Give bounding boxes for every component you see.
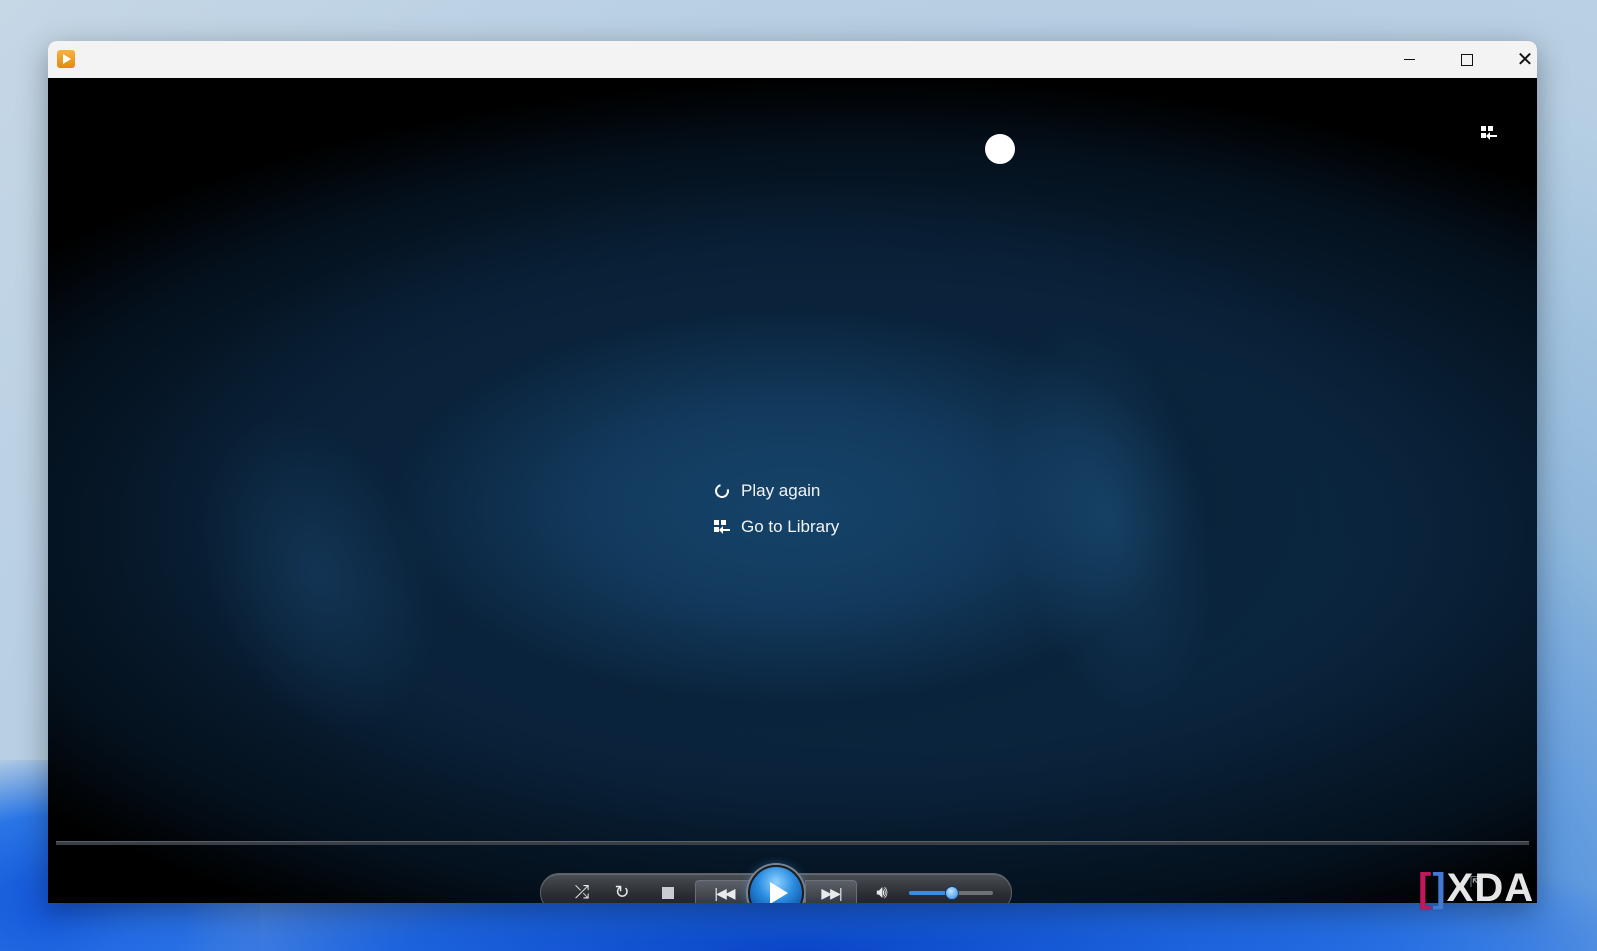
library-icon bbox=[713, 518, 731, 536]
play-button[interactable] bbox=[748, 865, 804, 903]
next-button[interactable]: ▶▶| bbox=[805, 880, 857, 903]
end-of-playback-menu: Play again Go to Library bbox=[712, 473, 839, 545]
shuffle-button[interactable]: ⤮ bbox=[567, 874, 597, 903]
mute-button[interactable]: 🔊︎ bbox=[867, 874, 897, 903]
minimize-button[interactable] bbox=[1380, 41, 1438, 78]
minimize-icon bbox=[1403, 59, 1415, 60]
volume-icon: 🔊︎ bbox=[876, 882, 888, 902]
close-icon: ✕ bbox=[1516, 48, 1534, 71]
mouse-cursor bbox=[985, 134, 1015, 164]
watermark-logo: []XDA bbox=[1418, 866, 1535, 910]
background-glow bbox=[154, 378, 482, 768]
replay-icon bbox=[712, 481, 732, 501]
volume-knob[interactable] bbox=[945, 886, 959, 900]
play-icon bbox=[769, 882, 788, 903]
title-bar[interactable]: ✕ bbox=[48, 41, 1537, 79]
switch-to-library-button[interactable] bbox=[1478, 122, 1500, 144]
go-to-library-link[interactable]: Go to Library bbox=[713, 509, 839, 545]
previous-icon: |◀◀ bbox=[714, 885, 735, 901]
background-glow bbox=[968, 301, 1248, 735]
repeat-button[interactable]: ↻ bbox=[607, 874, 637, 903]
play-again-label: Play again bbox=[741, 481, 821, 500]
previous-button[interactable]: |◀◀ bbox=[695, 880, 753, 903]
go-to-library-label: Go to Library bbox=[741, 517, 840, 536]
stop-button[interactable] bbox=[653, 874, 683, 903]
stop-icon bbox=[662, 886, 674, 899]
maximize-button[interactable] bbox=[1438, 41, 1496, 78]
close-button[interactable]: ✕ bbox=[1496, 41, 1537, 78]
video-area[interactable]: Play again Go to Library ⤮ ↻ |◀◀ ▶▶| 🔊︎ … bbox=[48, 78, 1537, 903]
repeat-icon: ↻ bbox=[614, 882, 630, 902]
library-switch-icon bbox=[1481, 126, 1497, 140]
next-icon: ▶▶| bbox=[821, 885, 842, 901]
shuffle-icon: ⤮ bbox=[574, 882, 590, 902]
seek-bar[interactable] bbox=[56, 841, 1529, 845]
media-player-icon bbox=[57, 50, 75, 68]
volume-slider[interactable] bbox=[909, 886, 993, 900]
play-again-link[interactable]: Play again bbox=[712, 473, 839, 509]
transport-controls: ⤮ ↻ |◀◀ ▶▶| 🔊︎ bbox=[540, 865, 1012, 903]
media-player-window: ✕ Play again Go to Library ⤮ ↻ |◀◀ ▶▶| 🔊… bbox=[48, 41, 1537, 903]
maximize-icon bbox=[1461, 53, 1473, 66]
